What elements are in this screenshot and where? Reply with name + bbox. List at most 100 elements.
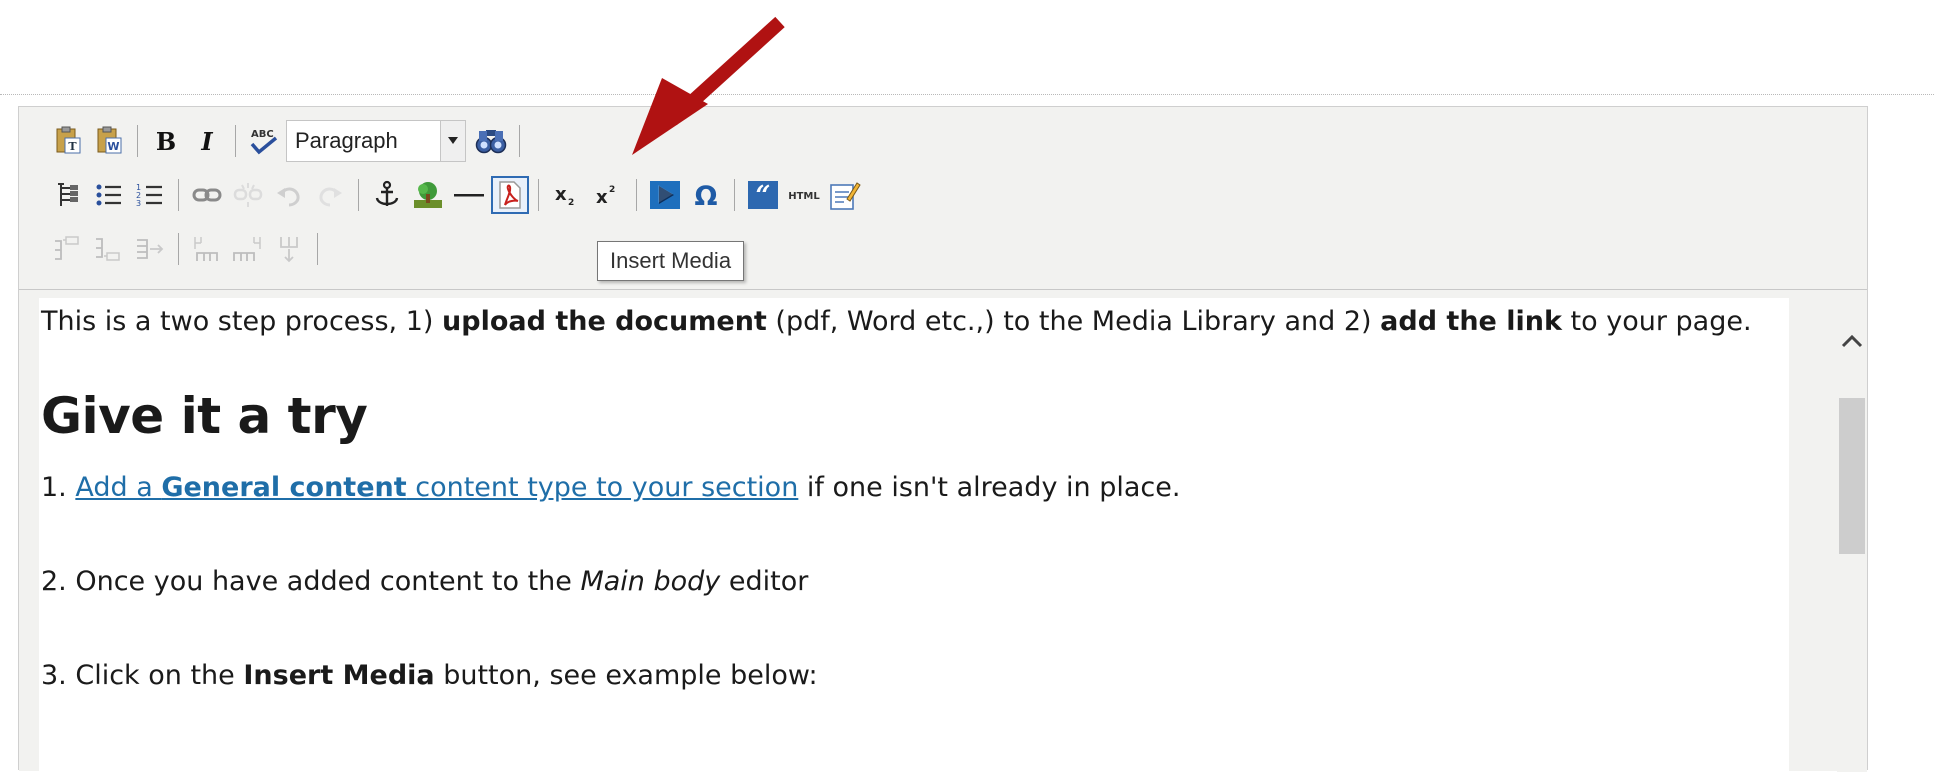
pdf-icon	[499, 181, 521, 209]
toolbar-separator	[636, 179, 637, 211]
spellcheck-button[interactable]: ABC	[245, 122, 283, 160]
numbered-list-icon: 1 2 3	[136, 183, 162, 208]
format-select-value: Paragraph	[295, 128, 398, 153]
toolbar-separator	[519, 125, 520, 157]
chevron-up-icon	[1841, 334, 1863, 348]
step-2-paragraph: 2. Once you have added content to the Ma…	[41, 566, 809, 597]
anchor-button[interactable]	[368, 176, 406, 214]
editor-toolbar: T W B I ABC Paragraph 1 2 3 x 2 x 2 Ω “ …	[19, 107, 1867, 287]
insert-column-before-icon	[194, 237, 218, 261]
insert-image-button[interactable]	[409, 176, 447, 214]
svg-text:HTML: HTML	[788, 191, 820, 202]
superscript-button[interactable]: x 2	[589, 176, 627, 214]
html-source-button[interactable]: HTML	[785, 176, 823, 214]
svg-text:x: x	[555, 184, 567, 205]
scrollbar-thumb[interactable]	[1839, 398, 1865, 554]
insert-row-after-button	[90, 230, 128, 268]
play-icon	[650, 181, 680, 209]
step-3-paragraph: 3. Click on the Insert Media button, see…	[41, 660, 818, 691]
undo-button	[270, 176, 308, 214]
italic-icon: I	[201, 126, 213, 156]
toolbar-separator	[317, 233, 318, 265]
delete-column-icon	[280, 237, 298, 263]
omega-icon: Ω	[695, 181, 718, 209]
special-character-button[interactable]: Ω	[687, 176, 725, 214]
svg-text:3: 3	[136, 199, 141, 208]
toolbar-row-3	[49, 227, 327, 271]
rich-text-editor: T W B I ABC Paragraph 1 2 3 x 2 x 2 Ω “ …	[18, 106, 1868, 772]
svg-text:“: “	[756, 181, 771, 210]
insert-video-button[interactable]	[646, 176, 684, 214]
svg-text:T: T	[68, 140, 77, 153]
unlink-icon	[233, 183, 263, 207]
spellcheck-icon: ABC	[250, 129, 278, 155]
insert-column-after-icon	[233, 237, 261, 261]
svg-text:x: x	[596, 187, 608, 207]
insert-row-before-button	[49, 230, 87, 268]
vertical-scrollbar[interactable]	[1837, 290, 1867, 772]
svg-text:Ω: Ω	[695, 181, 718, 209]
subscript-button[interactable]: x 2	[548, 176, 586, 214]
insert-column-after-button	[229, 230, 267, 268]
binoculars-icon	[475, 130, 507, 154]
chevron-down-icon[interactable]	[440, 121, 465, 161]
editor-content-area: This is a two step process, 1) upload th…	[19, 289, 1867, 772]
redo-icon	[319, 187, 342, 207]
insert-media-tooltip: Insert Media	[597, 241, 745, 281]
toolbar-separator	[538, 179, 539, 211]
edit-form-icon	[830, 182, 861, 210]
undo-icon	[277, 187, 300, 207]
intro-paragraph: This is a two step process, 1) upload th…	[41, 306, 1752, 337]
section-heading: Give it a try	[41, 387, 368, 445]
format-select[interactable]: Paragraph	[286, 120, 466, 162]
bold-button[interactable]: B	[147, 122, 185, 160]
delete-column-button	[270, 230, 308, 268]
editor-document[interactable]: This is a two step process, 1) upload th…	[39, 298, 1789, 772]
toolbar-separator	[178, 179, 179, 211]
svg-text:2: 2	[609, 185, 615, 195]
insert-media-button[interactable]	[491, 176, 529, 214]
toolbar-row-1: T W B I ABC Paragraph	[49, 119, 529, 163]
anchor-icon	[375, 180, 399, 206]
toolbar-separator	[235, 125, 236, 157]
horizontal-rule-button[interactable]	[450, 176, 488, 214]
insert-link-button[interactable]	[188, 176, 226, 214]
numbered-list-button[interactable]: 1 2 3	[131, 176, 169, 214]
page-divider	[0, 94, 1934, 95]
svg-text:ABC: ABC	[251, 129, 274, 140]
insert-row-before-icon	[55, 236, 79, 260]
insert-row-after-icon	[96, 238, 120, 261]
toolbar-row-2: 1 2 3 x 2 x 2 Ω “ HTML	[49, 173, 867, 217]
paste-as-text-button[interactable]: T	[49, 122, 87, 160]
unlink-button	[229, 176, 267, 214]
italic-button[interactable]: I	[188, 122, 226, 160]
edit-form-button[interactable]	[826, 176, 864, 214]
paste-as-text-icon: T	[56, 126, 81, 154]
toolbar-separator	[358, 179, 359, 211]
bulleted-list-button[interactable]	[90, 176, 128, 214]
toolbar-separator	[137, 125, 138, 157]
toolbar-separator	[178, 233, 179, 265]
scroll-up-button[interactable]	[1837, 326, 1867, 356]
delete-row-icon	[137, 239, 164, 259]
paste-from-word-button[interactable]: W	[90, 122, 128, 160]
horizontal-rule-icon	[454, 194, 484, 197]
show-blocks-icon	[58, 183, 78, 206]
superscript-icon: x 2	[596, 185, 615, 207]
svg-text:2: 2	[568, 198, 574, 207]
redo-button	[311, 176, 349, 214]
paste-from-word-icon: W	[97, 126, 122, 154]
subscript-icon: x 2	[555, 184, 574, 207]
image-icon	[414, 182, 442, 208]
svg-text:W: W	[107, 140, 119, 153]
insert-column-before-button	[188, 230, 226, 268]
toolbar-separator	[734, 179, 735, 211]
html-icon: HTML	[788, 191, 820, 202]
find-button[interactable]	[472, 122, 510, 160]
add-content-type-link[interactable]: Add a General content content type to yo…	[75, 472, 798, 503]
link-icon	[192, 188, 222, 202]
show-blocks-button[interactable]	[49, 176, 87, 214]
bulleted-list-icon	[96, 184, 121, 206]
step-1-paragraph: 1. Add a General content content type to…	[41, 472, 1181, 503]
blockquote-button[interactable]: “	[744, 176, 782, 214]
